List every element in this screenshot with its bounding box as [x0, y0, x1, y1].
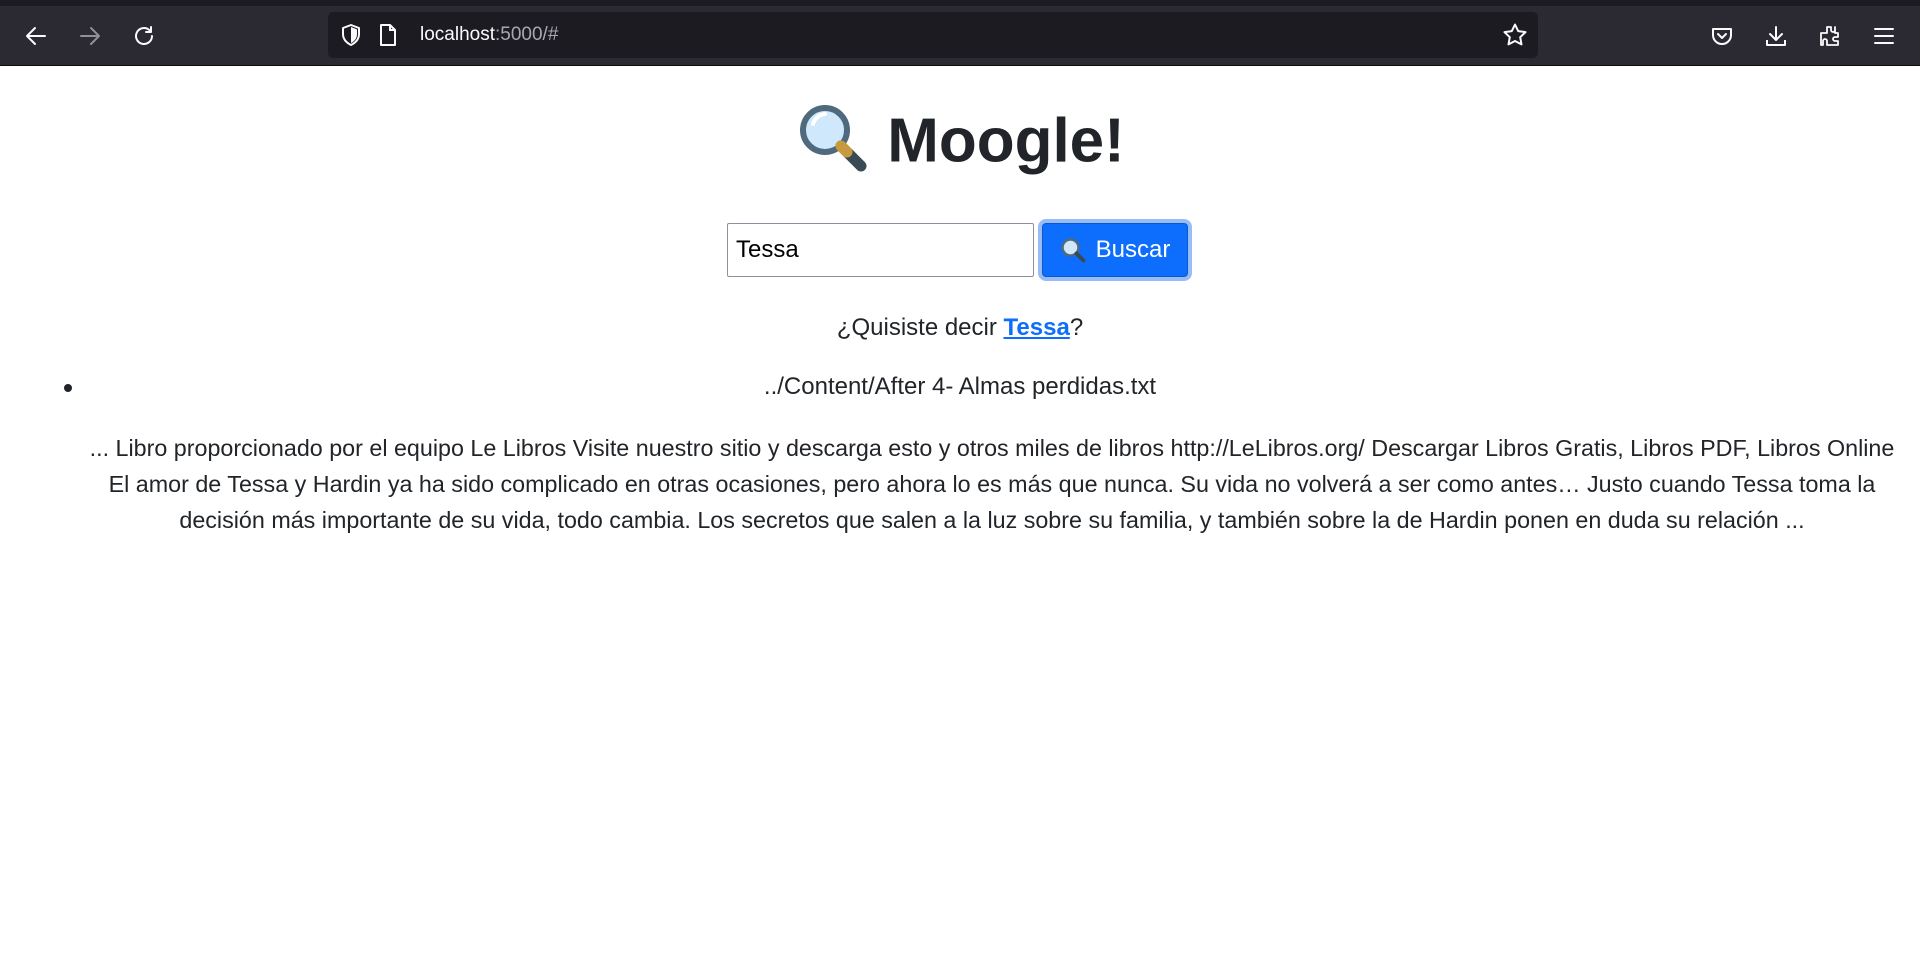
page-content: Moogle! Buscar ¿Quisiste decir Tessa? ..… — [0, 66, 1920, 960]
search-button[interactable]: Buscar — [1038, 219, 1192, 281]
reload-icon — [135, 26, 153, 45]
suggestion-suffix: ? — [1069, 314, 1084, 341]
result-snippet: ... Libro proporcionado por el equipo Le… — [89, 435, 1895, 533]
address-bar[interactable]: localhost:5000/# — [328, 12, 1538, 58]
did-you-mean: ¿Quisiste decir Tessa? — [0, 314, 1920, 342]
magnifier-icon — [795, 100, 869, 190]
title-text: Moogle! — [887, 106, 1125, 176]
list-item: ../Content/After 4- Almas perdidas.txt .… — [0, 372, 1920, 533]
magnifier-icon — [1060, 238, 1086, 263]
url-path: :5000/# — [495, 24, 559, 45]
search-button-label: Buscar — [1095, 236, 1171, 263]
extensions-button[interactable] — [1810, 16, 1850, 56]
forward-button[interactable] — [70, 16, 110, 56]
url-text[interactable]: localhost:5000/# — [420, 24, 558, 46]
downloads-button[interactable] — [1756, 16, 1796, 56]
page-icon[interactable] — [378, 23, 398, 47]
results-list: ../Content/After 4- Almas perdidas.txt .… — [0, 372, 1920, 533]
pocket-icon — [1712, 28, 1732, 45]
search-form: Buscar — [727, 219, 1192, 281]
menu-icon — [1874, 28, 1894, 44]
bookmark-star-icon[interactable] — [1502, 22, 1528, 48]
shield-icon[interactable] — [340, 23, 362, 47]
back-arrow-icon — [26, 27, 46, 45]
extensions-icon — [1820, 26, 1839, 46]
suggestion-link[interactable]: Tessa — [1004, 314, 1070, 341]
forward-arrow-icon — [80, 27, 100, 45]
pocket-button[interactable] — [1702, 16, 1742, 56]
app-menu-button[interactable] — [1864, 16, 1904, 56]
suggestion-prefix: ¿Quisiste decir — [836, 314, 1004, 341]
browser-toolbar: localhost:5000/# — [0, 0, 1920, 66]
list-bullet — [64, 384, 72, 392]
back-button[interactable] — [16, 16, 56, 56]
reload-button[interactable] — [124, 16, 164, 56]
url-host: localhost — [420, 24, 495, 45]
download-icon — [1766, 26, 1786, 46]
search-input[interactable] — [727, 223, 1034, 277]
result-path: ../Content/After 4- Almas perdidas.txt — [763, 373, 1157, 400]
page-title: Moogle! — [0, 100, 1920, 190]
